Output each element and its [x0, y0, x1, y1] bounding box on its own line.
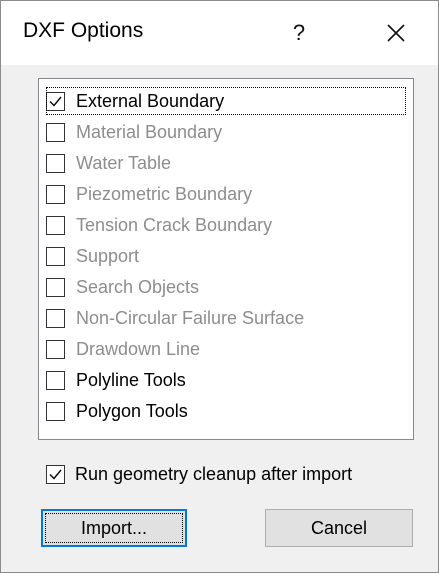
cleanup-checkbox[interactable]: [46, 464, 65, 484]
option-label: Support: [76, 245, 140, 266]
list-item[interactable]: Water Table: [46, 149, 171, 177]
dxf-options-dialog: DXF Options ? External Boundary Material …: [0, 0, 439, 573]
option-checkbox[interactable]: [46, 153, 65, 173]
option-checkbox[interactable]: [46, 370, 65, 390]
help-button[interactable]: ?: [277, 11, 321, 55]
dxf-options-list[interactable]: External Boundary Material Boundary Water …: [38, 78, 414, 440]
cancel-button[interactable]: Cancel: [265, 509, 413, 547]
option-label: External Boundary: [76, 90, 225, 111]
list-item[interactable]: Polygon Tools: [46, 397, 188, 425]
option-checkbox[interactable]: [46, 308, 65, 328]
check-icon: [49, 96, 62, 107]
option-checkbox[interactable]: [46, 401, 65, 421]
list-item[interactable]: Polyline Tools: [46, 366, 186, 394]
list-item[interactable]: Search Objects: [46, 273, 199, 301]
option-label: Polyline Tools: [76, 369, 186, 390]
option-checkbox[interactable]: [46, 246, 65, 266]
check-icon: [49, 469, 62, 480]
option-label: Search Objects: [76, 276, 200, 297]
list-item[interactable]: Piezometric Boundary: [46, 180, 252, 208]
option-label: Material Boundary: [76, 121, 223, 142]
option-label: Polygon Tools: [76, 400, 188, 421]
list-item[interactable]: Non-Circular Failure Surface: [46, 304, 304, 332]
option-label: Water Table: [76, 152, 172, 173]
list-item[interactable]: Tension Crack Boundary: [46, 211, 272, 239]
cleanup-label: Run geometry cleanup after import: [75, 463, 353, 484]
option-checkbox[interactable]: [46, 91, 65, 111]
close-button[interactable]: [371, 11, 421, 55]
close-icon: [387, 24, 405, 42]
cancel-button-label: Cancel: [310, 517, 368, 538]
import-button[interactable]: Import...: [41, 509, 187, 547]
dialog-title: DXF Options: [23, 19, 144, 42]
focus-indicator: [45, 513, 183, 543]
list-item[interactable]: External Boundary: [46, 87, 406, 115]
title-bar: DXF Options ?: [1, 1, 438, 65]
list-item[interactable]: Support: [46, 242, 139, 270]
option-label: Non-Circular Failure Surface: [76, 307, 305, 328]
option-checkbox[interactable]: [46, 339, 65, 359]
list-item[interactable]: Material Boundary: [46, 118, 222, 146]
option-checkbox[interactable]: [46, 122, 65, 142]
option-checkbox[interactable]: [46, 215, 65, 235]
option-label: Piezometric Boundary: [76, 183, 253, 204]
list-item[interactable]: Drawdown Line: [46, 335, 200, 363]
option-checkbox[interactable]: [46, 277, 65, 297]
option-checkbox[interactable]: [46, 184, 65, 204]
cleanup-option[interactable]: Run geometry cleanup after import: [46, 462, 352, 486]
option-label: Tension Crack Boundary: [76, 214, 273, 235]
option-label: Drawdown Line: [76, 338, 201, 359]
